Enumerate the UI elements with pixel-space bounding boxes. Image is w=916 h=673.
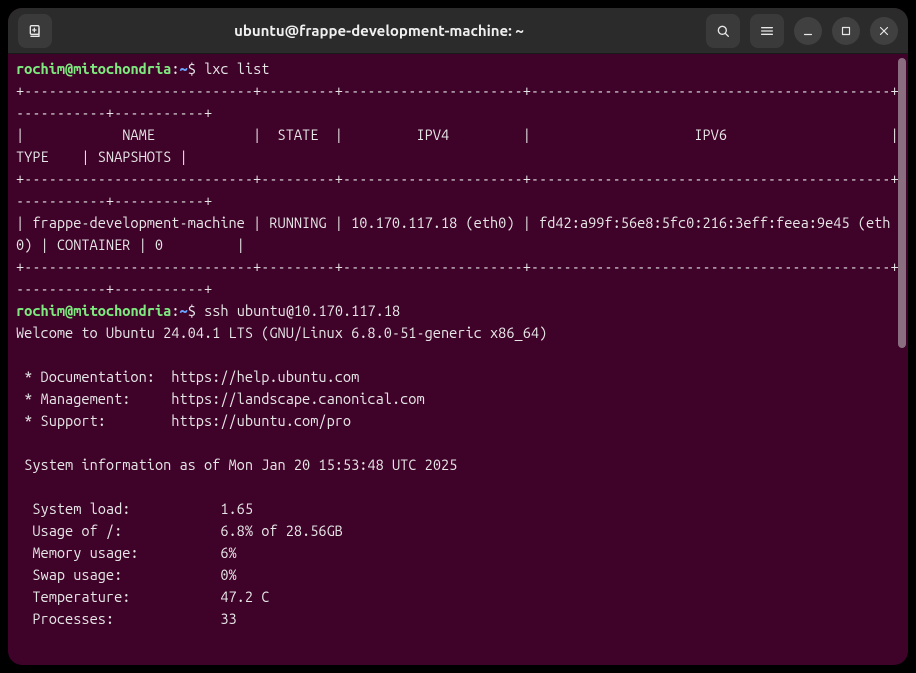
command-1: lxc list bbox=[204, 60, 269, 77]
close-button[interactable] bbox=[870, 17, 898, 45]
new-tab-button[interactable] bbox=[18, 14, 52, 48]
prompt-path-2: ~ bbox=[180, 302, 188, 319]
window-controls bbox=[706, 14, 898, 48]
search-button[interactable] bbox=[706, 14, 740, 48]
scrollbar-thumb[interactable] bbox=[898, 58, 906, 348]
prompt-user-2: rochim bbox=[16, 302, 65, 319]
terminal-content[interactable]: rochim@mitochondria:~$ lxc list +-------… bbox=[8, 54, 908, 665]
menu-button[interactable] bbox=[750, 14, 784, 48]
prompt-host-2: mitochondria bbox=[73, 302, 171, 319]
prompt-dollar: $ bbox=[188, 60, 196, 77]
prompt-path: ~ bbox=[180, 60, 188, 77]
lxc-output: +----------------------------+---------+… bbox=[16, 82, 908, 297]
prompt-colon: : bbox=[171, 60, 179, 77]
prompt-dollar-2: $ bbox=[188, 302, 196, 319]
ssh-output: Welcome to Ubuntu 24.04.1 LTS (GNU/Linux… bbox=[16, 324, 547, 627]
command-2: ssh ubuntu@10.170.117.18 bbox=[204, 302, 400, 319]
titlebar: ubuntu@frappe-development-machine: ~ bbox=[8, 8, 908, 54]
maximize-button[interactable] bbox=[832, 17, 860, 45]
terminal-window: ubuntu@frappe-development-machine: ~ roc… bbox=[8, 8, 908, 665]
prompt-at-2: @ bbox=[65, 302, 73, 319]
prompt-colon-2: : bbox=[171, 302, 179, 319]
window-title: ubuntu@frappe-development-machine: ~ bbox=[60, 22, 698, 39]
prompt-host: mitochondria bbox=[73, 60, 171, 77]
prompt-user: rochim bbox=[16, 60, 65, 77]
prompt-at: @ bbox=[65, 60, 73, 77]
minimize-button[interactable] bbox=[794, 17, 822, 45]
